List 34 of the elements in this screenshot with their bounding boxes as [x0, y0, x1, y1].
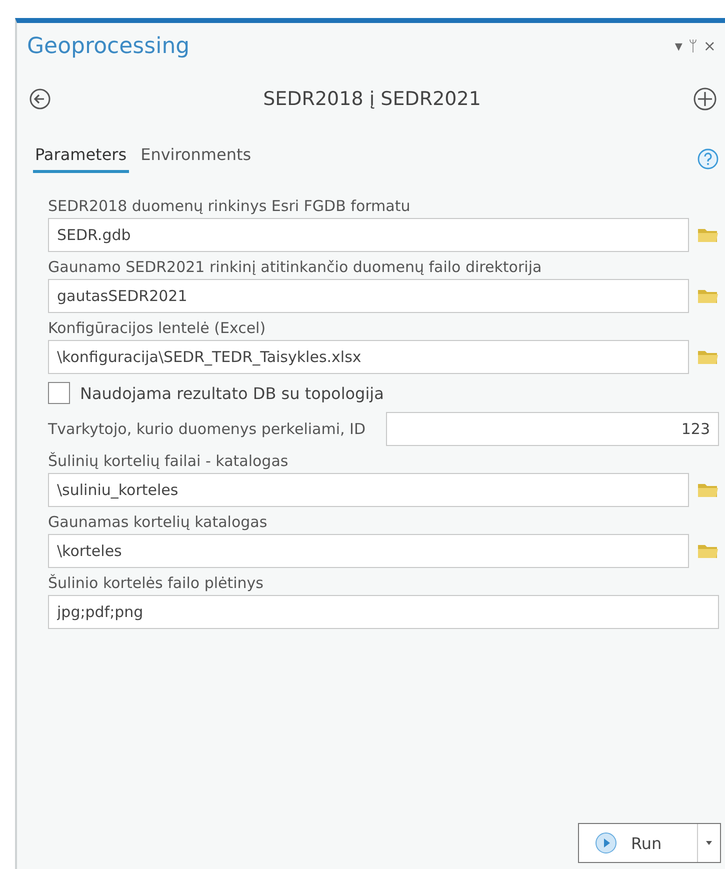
pane-title: Geoprocessing — [27, 34, 191, 58]
checkbox-label: Naudojama rezultato DB su topologija — [80, 384, 384, 402]
parameter-field[interactable]: SEDR.gdb — [48, 218, 689, 252]
parameter-field[interactable]: \korteles — [48, 534, 689, 568]
play-icon — [595, 832, 617, 854]
pane-control[interactable]: × — [700, 37, 719, 55]
folder-icon[interactable] — [697, 348, 719, 366]
help-icon[interactable] — [697, 148, 719, 170]
back-button[interactable] — [29, 88, 51, 110]
parameter-field[interactable]: jpg;pdf;png — [48, 595, 719, 629]
caret-icon[interactable] — [706, 841, 712, 845]
folder-icon[interactable] — [697, 481, 719, 499]
tab[interactable]: Environments — [138, 145, 254, 173]
parameter-label: Šulinių kortelių failai - katalogas — [48, 452, 290, 470]
folder-icon[interactable] — [697, 542, 719, 560]
parameter-field[interactable]: gautasSEDR2021 — [48, 279, 689, 313]
tool-title: SEDR2018 į SEDR2021 — [262, 88, 482, 110]
parameter-label: Konfigūracijos lentelė (Excel) — [48, 319, 267, 337]
parameter-field[interactable]: 123 — [386, 412, 719, 446]
pane-control[interactable]: ᛘ — [685, 37, 700, 55]
parameter-field[interactable]: \suliniu_korteles — [48, 473, 689, 507]
pane-control[interactable]: ▾ — [672, 37, 686, 55]
parameter-field[interactable]: \konfiguracija\SEDR_TEDR_Taisykles.xlsx — [48, 340, 689, 374]
parameter-label: Gaunamas kortelių katalogas — [48, 513, 268, 531]
add-button[interactable] — [693, 87, 717, 111]
parameter-label: Tvarkytojo, kurio duomenys perkeliami, ID — [48, 418, 367, 440]
parameter-label: Šulinio kortelės failo plėtinys — [48, 574, 264, 592]
run-button[interactable]: Run — [578, 823, 721, 863]
checkbox[interactable] — [48, 382, 70, 404]
folder-icon[interactable] — [697, 287, 719, 305]
parameter-label: SEDR2018 duomenų rinkinys Esri FGDB formatu — [48, 197, 412, 215]
folder-icon[interactable] — [697, 226, 719, 244]
tab[interactable]: Parameters — [33, 145, 129, 173]
parameter-label: Gaunamo SEDR2021 rinkinį atitinkančio duomenų failo direktorija — [48, 258, 543, 276]
